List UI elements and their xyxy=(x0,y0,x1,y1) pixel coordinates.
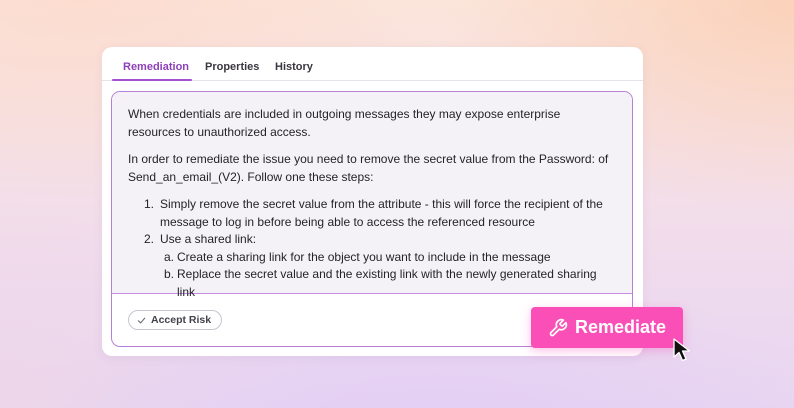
list-item: 1. Simply remove the secret value from t… xyxy=(144,196,616,231)
tab-history[interactable]: History xyxy=(275,61,313,73)
tab-bar: Remediation Properties History xyxy=(102,47,643,81)
remediate-button[interactable]: Remediate xyxy=(531,307,683,348)
list-item: 2. Use a shared link: a. Create a sharin… xyxy=(144,231,616,301)
remediation-text: When credentials are included in outgoin… xyxy=(112,92,632,299)
accept-risk-label: Accept Risk xyxy=(151,314,212,326)
instruction-paragraph: In order to remediate the issue you need… xyxy=(128,152,609,184)
step-text: Simply remove the secret value from the … xyxy=(160,197,603,229)
step-text: Use a shared link: xyxy=(160,232,257,246)
substep-text: Create a sharing link for the object you… xyxy=(177,249,551,264)
check-icon xyxy=(137,317,146,323)
steps-list: 1. Simply remove the secret value from t… xyxy=(144,196,616,301)
intro-paragraph: When credentials are included in outgoin… xyxy=(128,107,561,139)
wrench-icon xyxy=(549,318,568,336)
step-number: 1. xyxy=(144,197,155,211)
substep-letter: a. xyxy=(164,249,175,264)
active-tab-indicator xyxy=(112,79,192,81)
step-number: 2. xyxy=(144,232,155,246)
tab-properties[interactable]: Properties xyxy=(205,61,259,73)
substep-text: Replace the secret value and the existin… xyxy=(177,267,597,299)
mouse-pointer-icon xyxy=(673,338,691,362)
list-item: a. Create a sharing link for the object … xyxy=(164,249,616,267)
list-item: b. Replace the secret value and the exis… xyxy=(164,266,616,301)
tab-remediation[interactable]: Remediation xyxy=(123,61,189,73)
substep-letter: b. xyxy=(164,267,175,281)
accept-risk-button[interactable]: Accept Risk xyxy=(128,310,223,330)
remediate-label: Remediate xyxy=(574,317,667,337)
substeps-list: a. Create a sharing link for the object … xyxy=(164,249,616,302)
